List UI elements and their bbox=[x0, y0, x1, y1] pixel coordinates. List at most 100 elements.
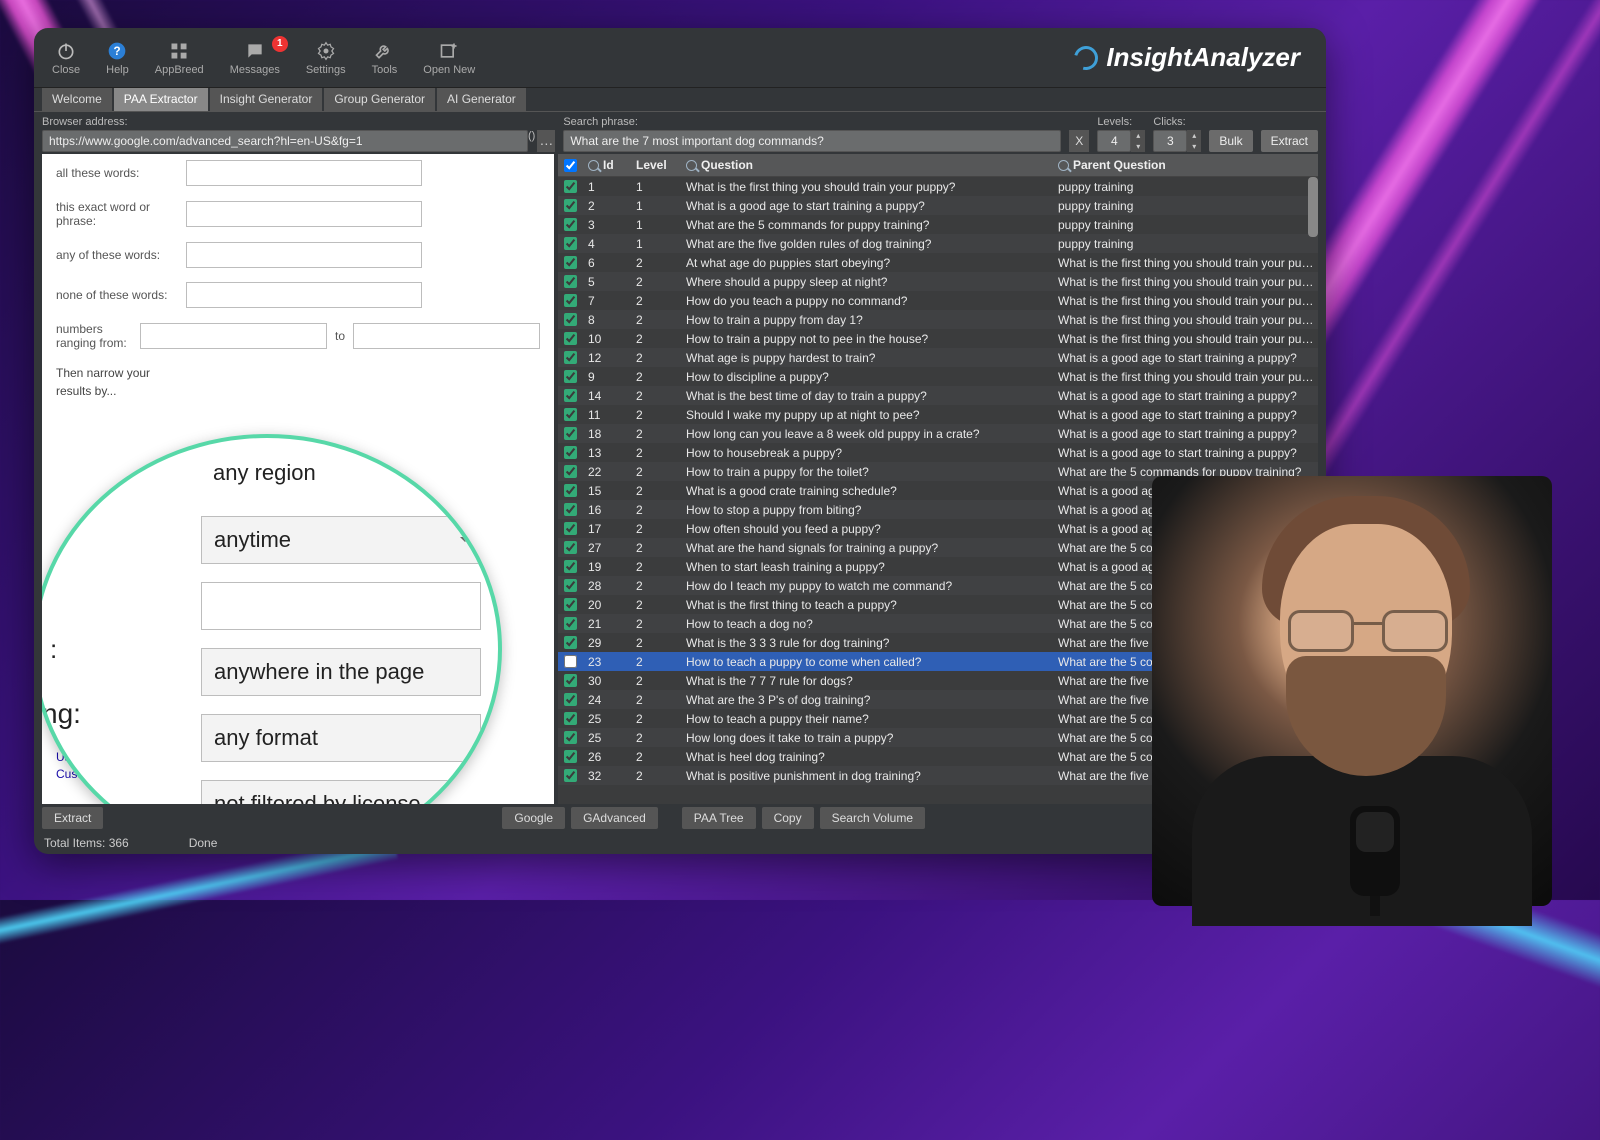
clicks-input[interactable] bbox=[1153, 130, 1187, 152]
row-checkbox[interactable] bbox=[564, 598, 577, 611]
header-question[interactable]: Question bbox=[701, 158, 753, 172]
table-row[interactable]: 41What are the five golden rules of dog … bbox=[558, 234, 1318, 253]
row-checkbox[interactable] bbox=[564, 218, 577, 231]
table-row[interactable]: 92How to discipline a puppy?What is the … bbox=[558, 367, 1318, 386]
row-checkbox[interactable] bbox=[564, 294, 577, 307]
all-words-input[interactable] bbox=[186, 160, 422, 186]
row-checkbox[interactable] bbox=[564, 332, 577, 345]
row-checkbox[interactable] bbox=[564, 541, 577, 554]
table-row[interactable]: 52Where should a puppy sleep at night?Wh… bbox=[558, 272, 1318, 291]
mag-anywhere-select[interactable]: anywhere in the page bbox=[201, 648, 481, 696]
row-checkbox[interactable] bbox=[564, 351, 577, 364]
bulk-button[interactable]: Bulk bbox=[1209, 130, 1252, 152]
row-checkbox[interactable] bbox=[564, 522, 577, 535]
row-checkbox[interactable] bbox=[564, 180, 577, 193]
table-row[interactable]: 21What is a good age to start training a… bbox=[558, 196, 1318, 215]
browser-menu-button[interactable]: … bbox=[537, 130, 555, 152]
range-from-input[interactable] bbox=[140, 323, 327, 349]
row-checkbox[interactable] bbox=[564, 408, 577, 421]
wrench-icon bbox=[373, 40, 395, 62]
row-checkbox[interactable] bbox=[564, 465, 577, 478]
messages-button[interactable]: 1 Messages bbox=[230, 40, 280, 76]
header-id[interactable]: Id bbox=[603, 158, 614, 172]
row-checkbox[interactable] bbox=[564, 275, 577, 288]
mag-format-select[interactable]: any format bbox=[201, 714, 481, 762]
row-checkbox[interactable] bbox=[564, 617, 577, 630]
table-row[interactable]: 132How to housebreak a puppy?What is a g… bbox=[558, 443, 1318, 462]
help-button[interactable]: ? Help bbox=[106, 40, 129, 76]
row-checkbox[interactable] bbox=[564, 712, 577, 725]
table-row[interactable]: 31What are the 5 commands for puppy trai… bbox=[558, 215, 1318, 234]
any-words-input[interactable] bbox=[186, 242, 422, 268]
table-row[interactable]: 122What age is puppy hardest to train?Wh… bbox=[558, 348, 1318, 367]
mag-anytime-select[interactable]: anytime bbox=[201, 516, 481, 564]
grid-icon bbox=[168, 40, 190, 62]
tab-welcome[interactable]: Welcome bbox=[42, 88, 112, 111]
row-checkbox[interactable] bbox=[564, 237, 577, 250]
table-row[interactable]: 112Should I wake my puppy up at night to… bbox=[558, 405, 1318, 424]
tab-insight-generator[interactable]: Insight Generator bbox=[210, 88, 323, 111]
row-checkbox[interactable] bbox=[564, 674, 577, 687]
paa-tree-button[interactable]: PAA Tree bbox=[682, 807, 756, 829]
google-button[interactable]: Google bbox=[502, 807, 565, 829]
row-checkbox[interactable] bbox=[564, 693, 577, 706]
exact-phrase-input[interactable] bbox=[186, 201, 422, 227]
tab-paa-extractor[interactable]: PAA Extractor bbox=[114, 88, 208, 111]
extract-button[interactable]: Extract bbox=[1261, 130, 1318, 152]
levels-up[interactable]: ▴ bbox=[1131, 130, 1145, 141]
search-volume-button[interactable]: Search Volume bbox=[820, 807, 925, 829]
cell-question: What is the 3 3 3 rule for dog training? bbox=[680, 636, 1052, 650]
vertical-scrollbar[interactable] bbox=[1308, 177, 1318, 237]
row-checkbox[interactable] bbox=[564, 199, 577, 212]
row-checkbox[interactable] bbox=[564, 427, 577, 440]
bottom-extract-button[interactable]: Extract bbox=[42, 807, 103, 829]
browser-address-input[interactable] bbox=[42, 130, 528, 152]
row-checkbox[interactable] bbox=[564, 655, 577, 668]
row-checkbox[interactable] bbox=[564, 370, 577, 383]
mag-blank-input[interactable] bbox=[201, 582, 481, 630]
tab-ai-generator[interactable]: AI Generator bbox=[437, 88, 526, 111]
mag-license-select[interactable]: not filtered by license bbox=[201, 780, 481, 804]
tab-group-generator[interactable]: Group Generator bbox=[324, 88, 435, 111]
clicks-up[interactable]: ▴ bbox=[1187, 130, 1201, 141]
gadvanced-button[interactable]: GAdvanced bbox=[571, 807, 658, 829]
row-checkbox[interactable] bbox=[564, 484, 577, 497]
levels-down[interactable]: ▾ bbox=[1131, 141, 1145, 152]
row-checkbox[interactable] bbox=[564, 579, 577, 592]
clicks-down[interactable]: ▾ bbox=[1187, 141, 1201, 152]
header-level[interactable]: Level bbox=[636, 158, 667, 172]
row-checkbox[interactable] bbox=[564, 256, 577, 269]
none-words-input[interactable] bbox=[186, 282, 422, 308]
row-checkbox[interactable] bbox=[564, 503, 577, 516]
settings-button[interactable]: Settings bbox=[306, 40, 346, 76]
open-new-button[interactable]: Open New bbox=[423, 40, 475, 76]
row-checkbox[interactable] bbox=[564, 750, 577, 763]
levels-input[interactable] bbox=[1097, 130, 1131, 152]
tools-button[interactable]: Tools bbox=[372, 40, 398, 76]
row-checkbox[interactable] bbox=[564, 636, 577, 649]
brand-icon bbox=[1070, 41, 1103, 74]
select-all-checkbox[interactable] bbox=[564, 159, 577, 172]
copy-button[interactable]: Copy bbox=[762, 807, 814, 829]
table-row[interactable]: 182How long can you leave a 8 week old p… bbox=[558, 424, 1318, 443]
appbreed-button[interactable]: AppBreed bbox=[155, 40, 204, 76]
mag-region-select[interactable]: any region bbox=[201, 450, 481, 498]
row-checkbox[interactable] bbox=[564, 731, 577, 744]
clear-search-button[interactable]: X bbox=[1069, 130, 1089, 152]
row-checkbox[interactable] bbox=[564, 769, 577, 782]
row-checkbox[interactable] bbox=[564, 560, 577, 573]
cell-level: 2 bbox=[630, 446, 680, 460]
row-checkbox[interactable] bbox=[564, 313, 577, 326]
table-row[interactable]: 82How to train a puppy from day 1?What i… bbox=[558, 310, 1318, 329]
close-button[interactable]: Close bbox=[52, 40, 80, 76]
header-parent[interactable]: Parent Question bbox=[1073, 158, 1166, 172]
table-row[interactable]: 142What is the best time of day to train… bbox=[558, 386, 1318, 405]
table-row[interactable]: 11What is the first thing you should tra… bbox=[558, 177, 1318, 196]
row-checkbox[interactable] bbox=[564, 389, 577, 402]
range-to-input[interactable] bbox=[353, 323, 540, 349]
table-row[interactable]: 72How do you teach a puppy no command?Wh… bbox=[558, 291, 1318, 310]
row-checkbox[interactable] bbox=[564, 446, 577, 459]
search-phrase-input[interactable] bbox=[563, 130, 1061, 152]
table-row[interactable]: 102How to train a puppy not to pee in th… bbox=[558, 329, 1318, 348]
table-row[interactable]: 62At what age do puppies start obeying?W… bbox=[558, 253, 1318, 272]
